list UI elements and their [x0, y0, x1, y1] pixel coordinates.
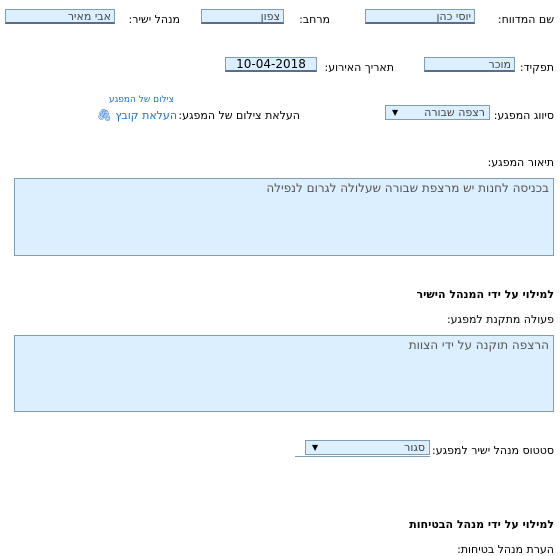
reporter-field[interactable]: יוסי כהן: [365, 9, 475, 24]
description-label: תיאור המפגע:: [487, 156, 554, 169]
chevron-down-icon: ▼: [392, 108, 399, 117]
upload-file-link[interactable]: העלאת קובץ 🖇: [97, 108, 177, 122]
manager-label: מנהל ישיר:: [128, 13, 180, 26]
manager-status-value: סגור: [404, 441, 425, 454]
region-label: מרחב:: [299, 13, 330, 26]
hazard-type-value: רצפה שבורה: [424, 106, 485, 119]
hazard-type-select[interactable]: רצפה שבורה ▼: [385, 105, 490, 120]
manager-status-label: סטטוס מנהל ישיר למפגע:: [432, 444, 554, 457]
manager-section-title: למילוי על ידי המנהל הישיר: [416, 288, 554, 301]
reporter-label: שם המדווח:: [497, 13, 554, 26]
region-field[interactable]: צפון: [201, 9, 284, 24]
status-underline: [295, 456, 430, 457]
role-label: תפקיד:: [519, 61, 554, 74]
chevron-down-icon: ▼: [312, 443, 319, 452]
manager-field[interactable]: אבי מאיר: [5, 9, 115, 24]
event-date-label: תאריך האירוע:: [324, 61, 394, 74]
manager-status-select[interactable]: סגור ▼: [305, 440, 430, 455]
corrective-action-textarea[interactable]: הרצפה תוקנה על ידי הצוות: [14, 335, 554, 412]
paperclip-icon: 🖇: [96, 108, 112, 122]
safety-note-label: הערת מנהל בטיחות:: [457, 543, 554, 556]
upload-file-label: העלאת קובץ: [115, 109, 178, 122]
safety-section-title: למילוי על ידי מנהל הבטיחות: [409, 518, 554, 531]
hazard-type-label: סיווג המפגע:: [493, 109, 554, 122]
hazard-photo-link[interactable]: צילום של המפגע: [109, 95, 174, 105]
corrective-action-label: פעולה מתקנת למפגע:: [446, 313, 554, 326]
description-textarea[interactable]: בכניסה לחנות יש מרצפת שבורה שעלולה לגרום…: [14, 178, 554, 256]
role-field[interactable]: מוכר: [424, 57, 515, 72]
upload-photo-label: העלאת צילום של המפגע:: [178, 109, 300, 122]
event-date-field[interactable]: 10-04-2018: [225, 57, 317, 72]
